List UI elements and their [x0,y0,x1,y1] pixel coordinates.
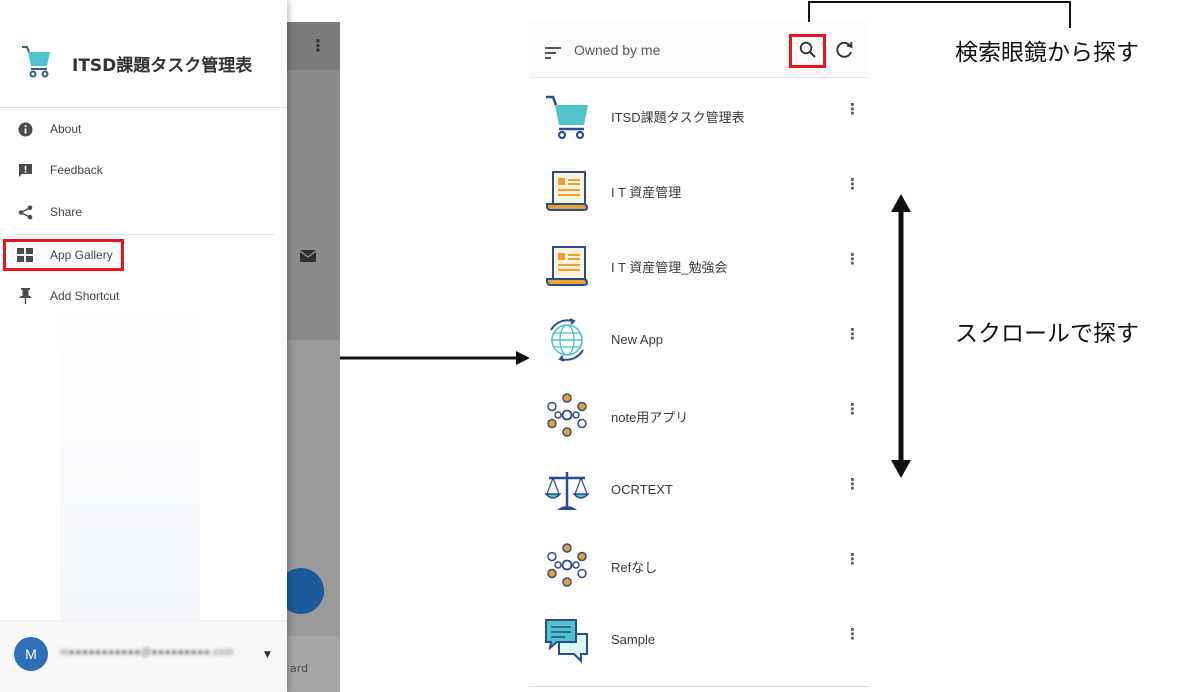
app-list-toolbar: Owned by me [529,22,869,78]
app-name: Sample [611,632,656,647]
menu-item-label: Feedback [50,163,103,177]
feedback-icon [17,162,33,178]
scales-icon [543,466,591,514]
more-options-icon[interactable]: ⋮ [845,627,860,642]
scroll-icon [543,166,591,214]
cart-icon [20,44,52,82]
app-row[interactable]: ITSD課題タスク管理表 ⋮ [529,78,869,153]
app-name: I T 資産管理_勉強会 [611,260,728,275]
annotation-search: 検索眼鏡から探す [955,40,1139,66]
caret-down-icon[interactable]: ▼ [264,650,271,660]
menu-item-about[interactable]: About [0,112,287,146]
dots-circle-icon [543,541,591,589]
app-name: I T 資産管理 [611,185,682,200]
app-name: Refなし [611,560,658,575]
scroll-double-arrow [891,194,911,478]
more-options-icon[interactable]: ⋮ [845,177,860,192]
search-icon [799,41,816,62]
more-options-icon[interactable]: ⋮ [845,552,860,567]
scroll-icon [543,241,591,289]
more-options-icon[interactable]: ⋮ [310,38,326,54]
more-options-icon[interactable]: ⋮ [845,327,860,342]
drawer-background-fade [60,300,200,620]
app-name: note用アプリ [611,410,689,425]
app-row[interactable]: New App ⋮ [529,303,869,378]
globe-icon [543,316,591,364]
app-name: ITSD課題タスク管理表 [611,110,745,125]
filter-label[interactable]: Owned by me [574,42,660,58]
mail-icon[interactable] [299,247,317,266]
more-options-icon[interactable]: ⋮ [845,252,860,267]
search-button[interactable] [789,34,826,68]
sort-icon[interactable] [545,44,561,63]
share-icon [17,204,33,220]
more-options-icon[interactable]: ⋮ [845,102,860,117]
navigation-drawer: ITSD課題タスク管理表 About Feedback Share App Ga… [0,0,287,692]
cart-icon [543,91,591,140]
more-options-icon[interactable]: ⋮ [845,402,860,417]
pin-icon [17,288,33,304]
app-row[interactable]: note用アプリ ⋮ [529,378,869,453]
app-row[interactable]: Refなし ⋮ [529,528,869,603]
annotation-scroll: スクロールで探す [955,321,1139,347]
background-partial-text: ard [290,662,309,675]
list-divider [529,686,869,687]
app-row[interactable]: Sample ⋮ [529,603,869,678]
app-list-screenshot: Owned by me ITSD課題タスク管理表 ⋮ I T 資産管理 ⋮ I … [529,22,869,692]
chat-icon [543,616,591,664]
account-email-blurred: m●●●●●●●●●●●@●●●●●●●●●.com [60,647,234,658]
drawer-screenshot: ⋮ ard ITSD課題タスク管理表 About Feedback Share … [0,0,340,692]
app-row[interactable]: I T 資産管理_勉強会 ⋮ [529,228,869,303]
menu-item-label: Share [50,205,83,219]
menu-divider [14,234,274,235]
drawer-app-title: ITSD課題タスク管理表 [72,56,253,76]
more-options-icon[interactable]: ⋮ [845,477,860,492]
menu-item-share[interactable]: Share [0,195,287,229]
app-gallery-highlight-box [3,239,124,271]
dots-circle-icon [543,391,591,439]
account-switcher[interactable]: M m●●●●●●●●●●●@●●●●●●●●●.com ▼ [0,620,287,692]
info-icon [17,121,33,137]
refresh-icon[interactable] [835,40,854,63]
menu-item-feedback[interactable]: Feedback [0,153,287,187]
app-name: New App [611,332,664,347]
app-row[interactable]: I T 資産管理 ⋮ [529,153,869,228]
right-arrow [340,351,530,365]
app-name: OCRTEXT [611,482,673,497]
app-row[interactable]: OCRTEXT ⋮ [529,453,869,528]
avatar[interactable]: M [14,637,48,671]
drawer-header: ITSD課題タスク管理表 [0,0,287,108]
menu-item-label: About [50,122,82,136]
